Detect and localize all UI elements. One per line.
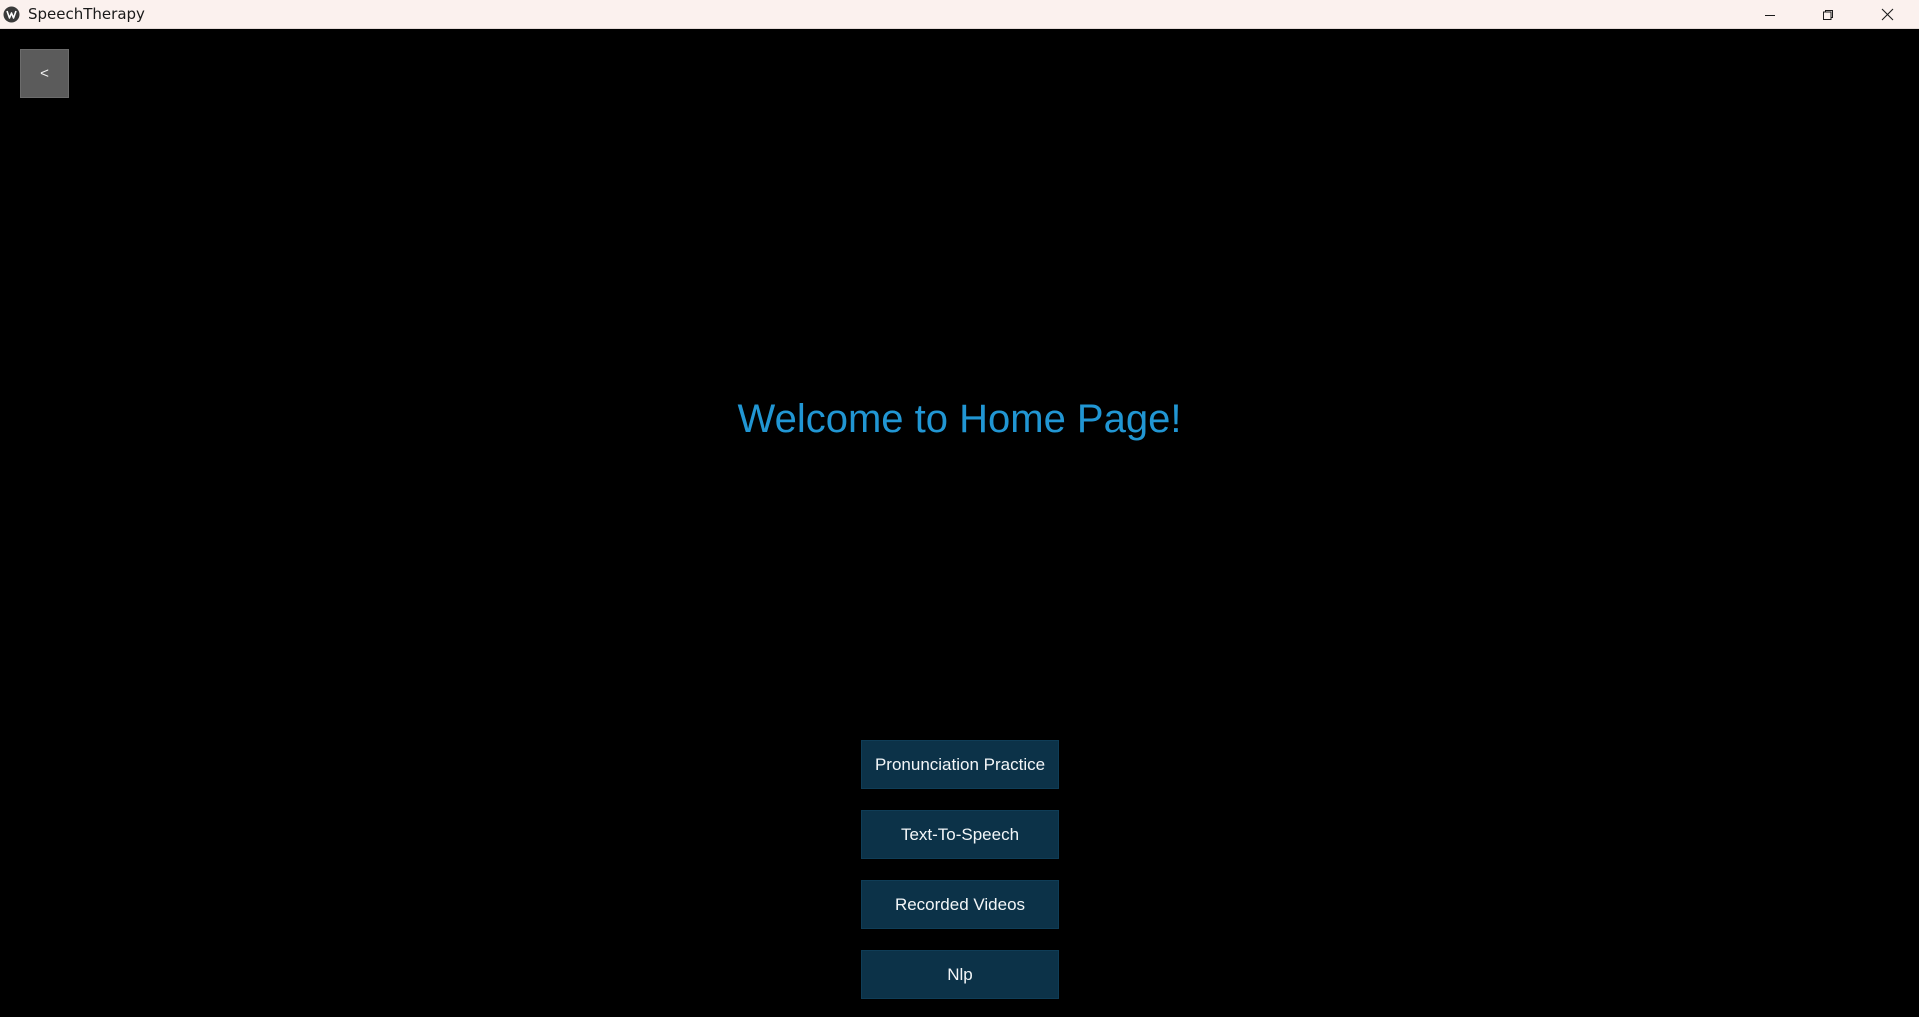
- page-title: Welcome to Home Page!: [737, 397, 1182, 441]
- minimize-icon: [1764, 9, 1776, 21]
- pronunciation-practice-button[interactable]: Pronunciation Practice: [861, 740, 1059, 789]
- recorded-videos-button[interactable]: Recorded Videos: [861, 880, 1059, 929]
- nlp-button[interactable]: Nlp: [861, 950, 1059, 999]
- text-to-speech-button[interactable]: Text-To-Speech: [861, 810, 1059, 859]
- app-logo-icon: [3, 6, 20, 23]
- close-icon: [1881, 8, 1894, 21]
- app-window: SpeechTherapy < Welcome to Home Page! Pr…: [0, 0, 1919, 1017]
- minimize-button[interactable]: [1741, 0, 1799, 29]
- maximize-button[interactable]: [1799, 0, 1857, 29]
- title-bar[interactable]: SpeechTherapy: [0, 0, 1919, 29]
- window-title: SpeechTherapy: [28, 5, 145, 23]
- restore-icon: [1822, 9, 1834, 21]
- home-menu: Pronunciation Practice Text-To-Speech Re…: [861, 740, 1059, 1017]
- close-button[interactable]: [1858, 0, 1916, 29]
- main-content: < Welcome to Home Page! Pronunciation Pr…: [0, 29, 1919, 1017]
- back-button[interactable]: <: [20, 49, 69, 98]
